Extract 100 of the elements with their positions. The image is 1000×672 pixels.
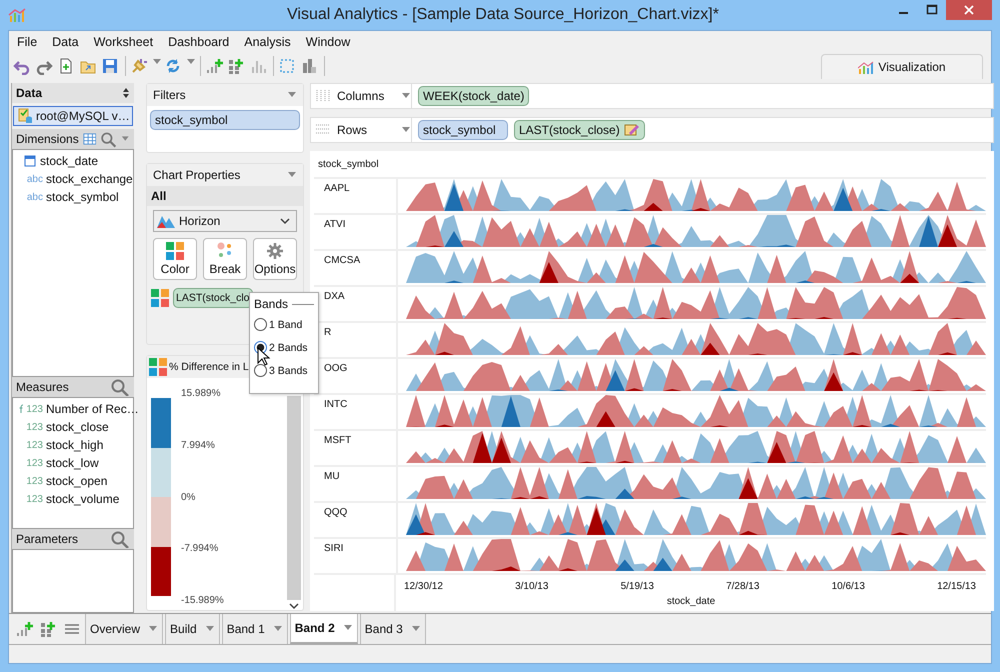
add-chart-icon [15, 620, 33, 638]
scope-label: All [147, 186, 303, 206]
field-item[interactable]: stock_low [46, 456, 99, 470]
sheet-tab[interactable]: Band 3 [360, 614, 426, 644]
chevron-down-icon [288, 602, 298, 610]
cursor-icon [257, 347, 271, 367]
menu-item[interactable]: Dashboard [168, 35, 230, 49]
type-label: 123 [25, 494, 43, 504]
menu-item[interactable]: Worksheet [94, 35, 154, 49]
property-button[interactable]: Color [153, 238, 197, 280]
card-title: Chart Properties [153, 168, 240, 182]
view-tab[interactable]: Visualization [821, 54, 983, 79]
field-item[interactable]: stock_high [46, 438, 104, 452]
data-source-item[interactable]: root@MySQL v… [13, 106, 133, 126]
axis-tick-label: 3/10/13 [515, 581, 548, 592]
filter-pill[interactable]: stock_symbol [150, 110, 300, 130]
field-item[interactable]: stock_close [46, 420, 109, 434]
menu-item[interactable]: Data [52, 35, 79, 49]
type-label: 123 [25, 458, 43, 468]
edit-icon[interactable] [624, 123, 640, 137]
table-icon[interactable] [82, 132, 96, 146]
axis-tick-label: 12/15/13 [937, 581, 976, 592]
sort-icon[interactable] [122, 87, 130, 99]
field-item[interactable]: stock_volume [46, 492, 120, 506]
gear-icon [266, 242, 284, 260]
formula-icon [19, 404, 24, 414]
row-label: SIRI [314, 539, 398, 573]
row-label: CMCSA [314, 251, 398, 285]
add-grid-icon [39, 620, 57, 638]
type-label: abc [26, 192, 43, 202]
field-item[interactable]: stock_symbol [46, 190, 119, 204]
close-button[interactable] [946, 0, 992, 20]
legend-title: % Difference in L [169, 361, 249, 373]
property-button[interactable]: Options [253, 238, 297, 280]
card-title: Filters [153, 88, 186, 102]
field-item[interactable]: stock_exchange [46, 172, 133, 186]
legend-label: 7.994% [181, 440, 216, 451]
row-label: AAPL [314, 179, 398, 213]
legend-label: 15.989% [181, 388, 222, 399]
search-icon[interactable] [110, 378, 130, 396]
legend-label: 0% [181, 492, 196, 502]
dots-icon [216, 242, 234, 260]
radio-button[interactable] [254, 364, 267, 377]
sheet-tab[interactable]: Band 1 [222, 614, 288, 644]
row-label: ATVI [314, 215, 398, 249]
axis-tick-label: 7/28/13 [726, 581, 760, 592]
type-label: 123 [25, 404, 43, 414]
legend-label: -15.989% [181, 595, 225, 606]
field-item[interactable]: stock_open [46, 474, 108, 488]
type-label: abc [26, 174, 43, 184]
panel-title: Data [16, 86, 44, 100]
section-title: Measures [16, 380, 70, 394]
menu-item[interactable]: Window [306, 35, 350, 49]
search-icon[interactable] [100, 130, 118, 148]
measure-pill[interactable]: LAST(stock_close) [514, 120, 645, 140]
dimension-pill[interactable]: stock_symbol [418, 120, 508, 140]
color-squares-icon [151, 289, 169, 307]
database-icon [17, 108, 33, 124]
section-title: Dimensions [16, 132, 79, 146]
axis-title: stock_date [666, 595, 716, 607]
field-item[interactable]: stock_date [40, 154, 98, 168]
add-chart-icon[interactable] [205, 57, 225, 75]
columns-icon [315, 89, 331, 103]
shelf-label: Columns [337, 89, 386, 103]
shelf-label: Rows [337, 123, 368, 137]
type-label: 123 [25, 422, 43, 432]
window-title: Visual Analytics - [Sample Data Source_Horizon_Chart.vizx]* [286, 6, 720, 24]
row-label: INTC [314, 395, 398, 429]
axis-tick-label: 10/6/13 [832, 581, 865, 592]
measure-pill[interactable]: LAST(stock_clo [173, 288, 253, 308]
close-icon [964, 5, 974, 15]
row-label: MU [314, 467, 398, 501]
measure-pill[interactable]: WEEK(stock_date) [418, 86, 530, 106]
axis-tick-label: 12/30/12 [404, 581, 443, 592]
sheet-tab[interactable]: Band 2 [290, 614, 358, 644]
axis-tick-label: 5/19/13 [620, 581, 654, 592]
radio-option[interactable]: 3 Bands [254, 359, 314, 382]
menu-item[interactable]: File [17, 35, 38, 49]
color-squares-icon [149, 358, 167, 376]
property-button[interactable]: Break [203, 238, 247, 280]
row-label: MSFT [314, 431, 398, 465]
search-icon[interactable] [110, 530, 130, 548]
sheet-tab[interactable]: Overview [85, 614, 164, 644]
color-squares-icon [166, 242, 184, 260]
chart-icon [858, 60, 874, 74]
menu-item[interactable]: Analysis [244, 35, 291, 49]
row-label: QQQ [314, 503, 398, 537]
type-label: 123 [25, 476, 43, 486]
field-item[interactable]: Number of Rec… [46, 402, 139, 416]
app-logo-icon [8, 6, 26, 24]
type-label: 123 [25, 440, 43, 450]
plug-icon[interactable] [130, 57, 150, 75]
row-header: stock_symbol [314, 159, 986, 179]
radio-button[interactable] [254, 318, 267, 331]
radio-option[interactable]: 1 Band [254, 313, 314, 336]
chevron-down-icon [280, 217, 290, 225]
chart-type-dropdown[interactable]: Horizon [153, 210, 297, 232]
sheet-tab[interactable]: Build [165, 614, 220, 644]
legend-label: -7.994% [181, 543, 220, 554]
popup-title: Bands [254, 297, 288, 311]
